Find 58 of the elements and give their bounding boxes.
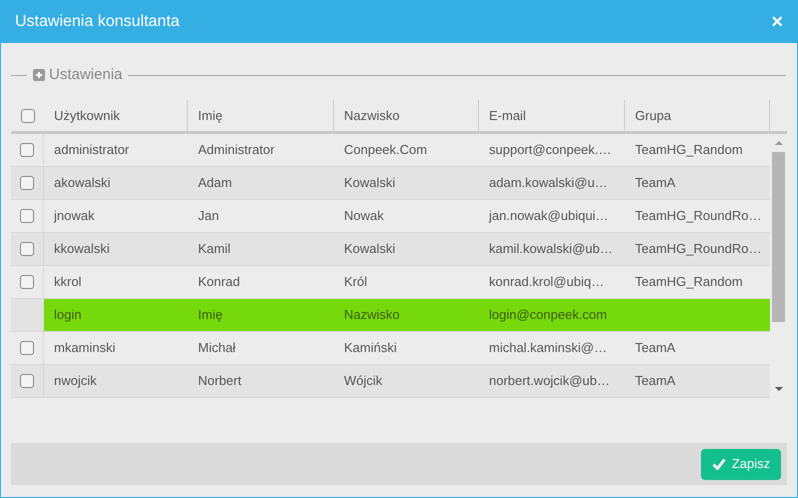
table-cell-text: TeamA xyxy=(635,372,676,390)
window-title: Ustawienia konsultanta xyxy=(15,12,180,32)
table-cell-text: Conpeek.Com xyxy=(344,141,428,160)
table-cell-text: TeamHG_RoundRo… xyxy=(635,207,762,226)
checkbox[interactable] xyxy=(20,275,34,289)
table-cell-text: Michał xyxy=(198,339,236,358)
table-cell-text: TeamHG_Random xyxy=(635,141,743,160)
table-cell-text: norbert.wojcik@ub… xyxy=(489,372,610,390)
scroll-up-icon[interactable] xyxy=(774,140,782,146)
table-cell-text: login xyxy=(54,306,82,324)
table-cell-text: Kamil xyxy=(198,240,231,258)
checkbox[interactable] xyxy=(20,108,34,122)
table-cell-text: administrator xyxy=(54,141,130,160)
table-cell-text: jnowak xyxy=(54,207,94,226)
plus-icon[interactable] xyxy=(33,69,45,81)
table-cell-text: adam.kowalski@u… xyxy=(489,174,608,192)
checkbox[interactable] xyxy=(20,242,34,256)
table-cell-text: Kowalski xyxy=(344,174,396,192)
column-header[interactable]: Nazwisko xyxy=(344,106,400,126)
section-legend: Ustawienia xyxy=(49,64,122,86)
table-cell-text: Wójcik xyxy=(344,372,382,390)
column-header[interactable]: Użytkownik xyxy=(54,106,120,126)
checkbox[interactable] xyxy=(20,374,34,388)
table-cell-text: akowalski xyxy=(54,174,110,192)
table-cell-text: Król xyxy=(344,273,368,292)
table-cell-text: Adam xyxy=(198,174,232,192)
checkmark-icon xyxy=(712,458,726,470)
table-cell-text: Kowalski xyxy=(344,240,396,258)
table-cell-text: michal.kaminski@… xyxy=(489,339,607,358)
table-cell-text: mkaminski xyxy=(54,339,116,358)
table-cell-text: Jan xyxy=(198,207,219,226)
scroll-down-icon[interactable] xyxy=(774,386,782,392)
table-cell-text: kkrol xyxy=(54,273,82,292)
checkbox[interactable] xyxy=(20,209,34,223)
table-cell-text: jan.nowak@ubiqui… xyxy=(489,207,608,226)
table-cell-text: login@conpeek.com xyxy=(489,306,607,324)
table-cell-text: Konrad xyxy=(198,273,240,292)
column-header[interactable]: Grupa xyxy=(635,106,672,126)
table-cell-text: Administrator xyxy=(198,141,275,160)
table-cell-text: TeamHG_Random xyxy=(635,273,743,292)
table-cell-text: nwojcik xyxy=(54,372,97,390)
table-cell-text: Nowak xyxy=(344,207,384,226)
table-cell-text: TeamHG_RoundRo… xyxy=(635,240,762,258)
table-cell-text: Kamiński xyxy=(344,339,397,358)
table-cell-text: support@conpeek.… xyxy=(489,141,612,160)
column-header[interactable]: Imię xyxy=(198,106,223,126)
table-cell-text: TeamA xyxy=(635,339,676,358)
column-header[interactable]: E-mail xyxy=(489,106,526,126)
checkbox[interactable] xyxy=(20,176,34,190)
checkbox[interactable] xyxy=(20,341,34,355)
table-cell-text: kkowalski xyxy=(54,240,110,258)
checkbox[interactable] xyxy=(20,143,34,157)
table-cell-text: kamil.kowalski@ub… xyxy=(489,240,613,258)
table-cell-text: Norbert xyxy=(198,372,242,390)
table-cell-text: Imię xyxy=(198,306,223,324)
table-cell-text: konrad.krol@ubiq… xyxy=(489,273,604,292)
table-cell-text: Nazwisko xyxy=(344,306,400,324)
table-cell-text: TeamA xyxy=(635,174,676,192)
